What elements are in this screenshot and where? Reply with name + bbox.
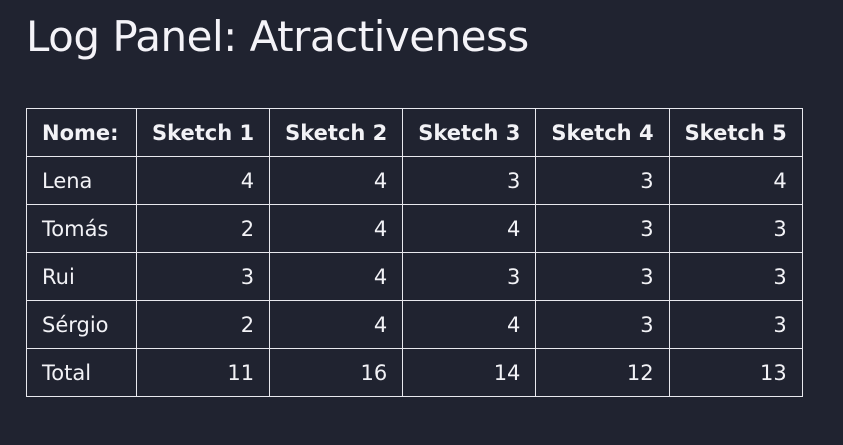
table-row: Lena 4 4 3 3 4 bbox=[26, 156, 803, 205]
score-cell: 3 bbox=[535, 204, 670, 253]
score-cell: 3 bbox=[668, 204, 803, 253]
score-cell: 3 bbox=[535, 300, 670, 349]
score-cell: 4 bbox=[402, 300, 537, 349]
row-name-cell: Tomás bbox=[26, 204, 137, 253]
table-row: Tomás 2 4 4 3 3 bbox=[26, 204, 803, 253]
score-cell: 3 bbox=[668, 252, 803, 301]
score-cell: 4 bbox=[269, 252, 404, 301]
row-name-cell: Sérgio bbox=[26, 300, 137, 349]
score-cell: 4 bbox=[269, 156, 404, 205]
log-panel: Log Panel: Atractiveness Nome: Sketch 1 … bbox=[0, 0, 843, 445]
total-cell: 12 bbox=[535, 348, 670, 397]
score-cell: 3 bbox=[402, 156, 537, 205]
table-row: Sérgio 2 4 4 3 3 bbox=[26, 300, 803, 349]
score-cell: 3 bbox=[668, 300, 803, 349]
score-cell: 4 bbox=[269, 204, 404, 253]
row-name-cell: Rui bbox=[26, 252, 137, 301]
score-cell: 2 bbox=[135, 204, 271, 253]
total-cell: 13 bbox=[668, 348, 803, 397]
page-title: Log Panel: Atractiveness bbox=[26, 12, 529, 61]
column-header-sketch-2: Sketch 2 bbox=[269, 108, 404, 157]
total-cell: 11 bbox=[135, 348, 271, 397]
column-header-sketch-1: Sketch 1 bbox=[135, 108, 271, 157]
total-cell: 16 bbox=[269, 348, 404, 397]
table-header-row: Nome: Sketch 1 Sketch 2 Sketch 3 Sketch … bbox=[26, 108, 803, 157]
column-header-sketch-4: Sketch 4 bbox=[535, 108, 670, 157]
score-cell: 3 bbox=[535, 252, 670, 301]
score-cell: 2 bbox=[135, 300, 271, 349]
score-cell: 3 bbox=[402, 252, 537, 301]
row-name-cell: Lena bbox=[26, 156, 137, 205]
column-header-name: Nome: bbox=[26, 108, 137, 157]
score-cell: 4 bbox=[135, 156, 271, 205]
total-cell: 14 bbox=[402, 348, 537, 397]
total-label-cell: Total bbox=[26, 348, 137, 397]
column-header-sketch-5: Sketch 5 bbox=[668, 108, 803, 157]
score-cell: 3 bbox=[535, 156, 670, 205]
column-header-sketch-3: Sketch 3 bbox=[402, 108, 537, 157]
score-cell: 4 bbox=[668, 156, 803, 205]
table-total-row: Total 11 16 14 12 13 bbox=[26, 348, 803, 397]
attractiveness-table: Nome: Sketch 1 Sketch 2 Sketch 3 Sketch … bbox=[26, 108, 803, 397]
score-cell: 3 bbox=[135, 252, 271, 301]
table-row: Rui 3 4 3 3 3 bbox=[26, 252, 803, 301]
score-cell: 4 bbox=[269, 300, 404, 349]
score-cell: 4 bbox=[402, 204, 537, 253]
